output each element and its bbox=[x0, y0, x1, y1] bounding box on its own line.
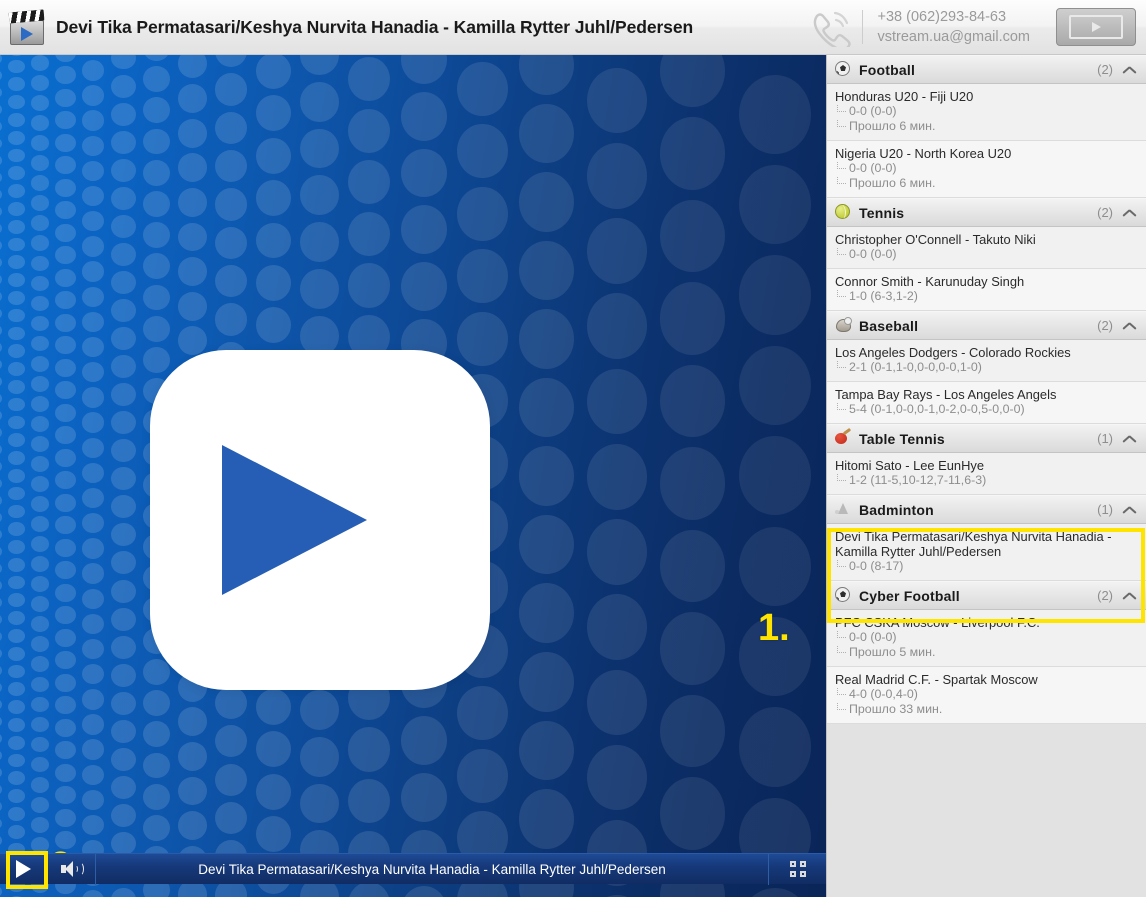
section-header-badminton[interactable]: Badminton (1) bbox=[827, 495, 1146, 524]
section-match-count: (1) bbox=[1097, 502, 1113, 517]
section-match-count: (2) bbox=[1097, 62, 1113, 77]
match-score: 1-0 (6-3,1-2) bbox=[835, 289, 1138, 304]
match-row[interactable]: Connor Smith - Karunuday Singh 1-0 (6-3,1… bbox=[827, 269, 1146, 311]
phone-number: +38 (062)293-84-63 bbox=[877, 9, 1007, 25]
section-header-table-tennis[interactable]: Table Tennis (1) bbox=[827, 424, 1146, 453]
player-title: Devi Tika Permatasari/Keshya Nurvita Han… bbox=[198, 861, 666, 877]
match-row[interactable]: Tampa Bay Rays - Los Angeles Angels 5-4 (… bbox=[827, 382, 1146, 424]
match-score: 2-1 (0-1,1-0,0-0,0-0,1-0) bbox=[835, 360, 1138, 375]
volume-icon bbox=[60, 861, 84, 877]
sport-section-badminton: Badminton (1) Devi Tika Permatasari/Keshya… bbox=[827, 495, 1146, 581]
section-title: Cyber Football bbox=[859, 587, 960, 604]
section-match-count: (2) bbox=[1097, 588, 1113, 603]
match-teams: Los Angeles Dodgers - Colorado Rockies bbox=[835, 345, 1071, 360]
player-control-bar: Devi Tika Permatasari/Keshya Nurvita Han… bbox=[0, 853, 826, 885]
video-screen-play-icon bbox=[1069, 15, 1123, 39]
clapperboard-play-icon bbox=[8, 8, 46, 46]
sport-section-cyber-football: Cyber Football (2) PFC CSKA Moscow - Liver… bbox=[827, 581, 1146, 724]
sport-section-football: Football (2) Honduras U20 - Fiji U20 0-0 (0… bbox=[827, 55, 1146, 198]
match-score: 0-0 (0-0) bbox=[835, 630, 1138, 645]
section-header-football[interactable]: Football (2) bbox=[827, 55, 1146, 84]
play-button[interactable] bbox=[0, 853, 48, 885]
chevron-up-icon[interactable] bbox=[1123, 322, 1136, 330]
section-match-count: (2) bbox=[1097, 318, 1113, 333]
chevron-up-icon[interactable] bbox=[1123, 506, 1136, 514]
email-address[interactable]: vstream.ua@gmail.com bbox=[877, 27, 1030, 47]
match-row[interactable]: Honduras U20 - Fiji U20 0-0 (0-0) Прошло 6… bbox=[827, 84, 1146, 141]
match-teams: Christopher O'Connell - Takuto Niki bbox=[835, 232, 1036, 247]
match-teams: Devi Tika Permatasari/Keshya Nurvita Han… bbox=[835, 529, 1112, 559]
match-teams: Tampa Bay Rays - Los Angeles Angels bbox=[835, 387, 1057, 402]
video-stage[interactable]: 1. 2. bbox=[0, 55, 826, 897]
match-score: 4-0 (0-0,4-0) bbox=[835, 687, 1138, 702]
fullscreen-icon bbox=[789, 861, 806, 877]
match-row[interactable]: Nigeria U20 - North Korea U20 0-0 (0-0) Пр… bbox=[827, 141, 1146, 198]
match-score: 5-4 (0-1,0-0,0-1,0-2,0-0,5-0,0-0) bbox=[835, 402, 1138, 417]
section-title: Badminton bbox=[859, 501, 934, 518]
match-status: Прошло 6 мин. bbox=[835, 119, 1138, 134]
match-teams: PFC CSKA Moscow - Liverpool F.C. bbox=[835, 615, 1040, 630]
match-teams: Nigeria U20 - North Korea U20 bbox=[835, 146, 1012, 161]
match-status: Прошло 5 мин. bbox=[835, 645, 1138, 660]
badminton-shuttlecock-icon bbox=[835, 501, 852, 518]
sport-section-baseball: Baseball (2) Los Angeles Dodgers - Colorad… bbox=[827, 311, 1146, 424]
section-match-count: (1) bbox=[1097, 431, 1113, 446]
match-teams: Real Madrid C.F. - Spartak Moscow bbox=[835, 672, 1038, 687]
section-header-baseball[interactable]: Baseball (2) bbox=[827, 311, 1146, 340]
header-contact-area: +38 (062)293-84-63 vstream.ua@gmail.com bbox=[808, 0, 1146, 54]
match-teams: Connor Smith - Karunuday Singh bbox=[835, 274, 1025, 289]
sports-sidebar[interactable]: Football (2) Honduras U20 - Fiji U20 0-0 (0… bbox=[826, 55, 1146, 897]
football-icon bbox=[835, 61, 852, 78]
match-score: 0-0 (8-17) bbox=[835, 559, 1138, 574]
chevron-up-icon[interactable] bbox=[1123, 435, 1136, 443]
fullscreen-button[interactable] bbox=[768, 853, 826, 885]
section-header-cyber-football[interactable]: Cyber Football (2) bbox=[827, 581, 1146, 610]
sport-section-table-tennis: Table Tennis (1) Hitomi Sato - Lee EunHye 1… bbox=[827, 424, 1146, 495]
chevron-up-icon[interactable] bbox=[1123, 592, 1136, 600]
football-icon bbox=[835, 587, 852, 604]
chevron-up-icon[interactable] bbox=[1123, 66, 1136, 74]
divider bbox=[862, 10, 864, 44]
section-match-count: (2) bbox=[1097, 205, 1113, 220]
contact-info: +38 (062)293-84-63 vstream.ua@gmail.com bbox=[877, 7, 1030, 47]
section-title: Football bbox=[859, 61, 916, 78]
match-row[interactable]: Real Madrid C.F. - Spartak Moscow 4-0 (0-… bbox=[827, 667, 1146, 724]
match-row[interactable]: Devi Tika Permatasari/Keshya Nurvita Han… bbox=[827, 524, 1146, 581]
application-window: Devi Tika Permatasari/Keshya Nurvita Han… bbox=[0, 0, 1146, 897]
match-row[interactable]: Hitomi Sato - Lee EunHye 1-2 (11-5,10-12,… bbox=[827, 453, 1146, 495]
match-score: 0-0 (0-0) bbox=[835, 104, 1138, 119]
section-title: Baseball bbox=[859, 317, 919, 334]
match-status: Прошло 6 мин. bbox=[835, 176, 1138, 191]
play-triangle-icon bbox=[222, 445, 367, 595]
match-score: 1-2 (11-5,10-12,7-11,6-3) bbox=[835, 473, 1138, 488]
match-score: 0-0 (0-0) bbox=[835, 161, 1138, 176]
play-icon bbox=[16, 860, 31, 878]
tennis-ball-icon bbox=[835, 204, 852, 221]
video-button[interactable] bbox=[1056, 8, 1136, 46]
match-row[interactable]: PFC CSKA Moscow - Liverpool F.C. 0-0 (0-0… bbox=[827, 610, 1146, 667]
table-tennis-paddle-icon bbox=[835, 430, 852, 447]
app-header: Devi Tika Permatasari/Keshya Nurvita Han… bbox=[0, 0, 1146, 55]
annotation-marker-1: 1. bbox=[758, 607, 790, 649]
section-header-tennis[interactable]: Tennis (2) bbox=[827, 198, 1146, 227]
match-teams: Honduras U20 - Fiji U20 bbox=[835, 89, 974, 104]
baseball-glove-icon bbox=[835, 317, 852, 334]
match-teams: Hitomi Sato - Lee EunHye bbox=[835, 458, 985, 473]
match-score: 0-0 (0-0) bbox=[835, 247, 1138, 262]
match-status: Прошло 33 мин. bbox=[835, 702, 1138, 717]
chevron-up-icon[interactable] bbox=[1123, 209, 1136, 217]
section-title: Tennis bbox=[859, 204, 905, 221]
match-row[interactable]: Christopher O'Connell - Takuto Niki 0-0 (… bbox=[827, 227, 1146, 269]
volume-button[interactable] bbox=[48, 853, 96, 885]
section-title: Table Tennis bbox=[859, 430, 945, 447]
sport-section-tennis: Tennis (2) Christopher O'Connell - Takuto … bbox=[827, 198, 1146, 311]
match-row[interactable]: Los Angeles Dodgers - Colorado Rockies 2-… bbox=[827, 340, 1146, 382]
page-title: Devi Tika Permatasari/Keshya Nurvita Han… bbox=[56, 16, 694, 37]
phone-ringing-icon bbox=[808, 7, 854, 51]
